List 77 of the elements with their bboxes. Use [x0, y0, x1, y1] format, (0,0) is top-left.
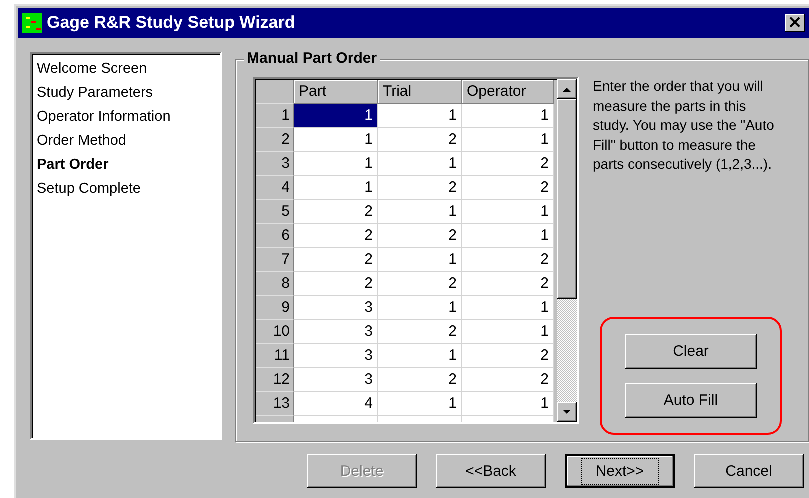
table-cell[interactable]: 1 — [378, 104, 462, 128]
row-header: 11 — [256, 344, 294, 368]
table-cell[interactable]: 2 — [462, 344, 554, 368]
fill-button[interactable]: Auto Fill — [625, 383, 757, 418]
table-cell[interactable]: 2 — [462, 368, 554, 392]
column-header[interactable]: Operator — [462, 80, 554, 104]
table-cell[interactable]: 2 — [378, 128, 462, 152]
row-header: 1 — [256, 104, 294, 128]
column-header[interactable]: Trial — [378, 80, 462, 104]
table-cell[interactable]: 1 — [378, 200, 462, 224]
row-header: 13 — [256, 392, 294, 416]
table-cell[interactable]: 1 — [462, 320, 554, 344]
table-cell[interactable]: 2 — [378, 320, 462, 344]
table-cell[interactable]: 1 — [294, 152, 378, 176]
table-cell[interactable]: 1 — [462, 200, 554, 224]
step-item[interactable]: Setup Complete — [37, 177, 215, 201]
corner-cell — [256, 80, 294, 104]
row-header: 2 — [256, 128, 294, 152]
table-cell[interactable]: 3 — [294, 368, 378, 392]
window-title: Gage R&R Study Setup Wizard — [47, 13, 296, 33]
table-cell[interactable]: 3 — [294, 344, 378, 368]
row-header: 12 — [256, 368, 294, 392]
table-cell[interactable]: 1 — [462, 104, 554, 128]
table-cell[interactable]: 1 — [462, 224, 554, 248]
table-cell[interactable]: 2 — [462, 248, 554, 272]
step-item[interactable]: Part Order — [37, 153, 215, 177]
row-header: 9 — [256, 296, 294, 320]
down-arrow-icon — [563, 410, 571, 414]
table-cell[interactable]: 2 — [294, 248, 378, 272]
row-header: 8 — [256, 272, 294, 296]
table-cell[interactable]: 3 — [294, 320, 378, 344]
table-cell[interactable]: 1 — [462, 128, 554, 152]
column-header[interactable]: Part — [294, 80, 378, 104]
table-cell[interactable]: 1 — [294, 128, 378, 152]
wizard-button[interactable]: Next>> — [565, 454, 675, 488]
table-cell[interactable]: 4 — [294, 392, 378, 416]
scroll-thumb[interactable] — [557, 99, 577, 299]
table-cell[interactable]: 2 — [462, 272, 554, 296]
table-cell[interactable]: 1 — [294, 176, 378, 200]
row-header: 5 — [256, 200, 294, 224]
up-arrow-icon — [563, 86, 571, 92]
instructions-text: Enter the order that you will measure the parts in this study. You may use the "Auto Fill" button to measure the parts consecutively (1,2,3...). — [593, 77, 776, 174]
row-header: 7 — [256, 248, 294, 272]
scroll-down-button[interactable] — [557, 402, 577, 422]
table-cell[interactable]: 2 — [294, 224, 378, 248]
table-cell[interactable]: 1 — [378, 344, 462, 368]
table-cell[interactable]: 2 — [378, 224, 462, 248]
table-cell[interactable]: 1 — [378, 296, 462, 320]
step-item[interactable]: Order Method — [37, 129, 215, 153]
table-cell[interactable]: 2 — [378, 368, 462, 392]
step-item[interactable]: Study Parameters — [37, 81, 215, 105]
table-cell[interactable]: 1 — [294, 104, 378, 128]
row-header: 4 — [256, 176, 294, 200]
fill-button[interactable]: Clear — [625, 334, 757, 369]
row-header: 3 — [256, 152, 294, 176]
table-cell[interactable]: 1 — [378, 248, 462, 272]
wizard-button[interactable]: Cancel — [694, 454, 804, 488]
table-cell[interactable]: 1 — [378, 152, 462, 176]
close-button[interactable]: × — [785, 14, 805, 32]
scrollbar[interactable] — [557, 79, 577, 422]
table-cell[interactable]: 1 — [462, 296, 554, 320]
row-header: 10 — [256, 320, 294, 344]
table-cell[interactable]: 2 — [294, 200, 378, 224]
wizard-button[interactable]: <<Back — [436, 454, 546, 488]
table-cell[interactable]: 2 — [462, 176, 554, 200]
table-cell[interactable]: 1 — [378, 392, 462, 416]
row-header: 6 — [256, 224, 294, 248]
table-cell[interactable]: 1 — [462, 392, 554, 416]
table-cell[interactable]: 2 — [462, 152, 554, 176]
table-cell[interactable]: 2 — [294, 272, 378, 296]
app-icon — [22, 13, 42, 33]
table-cell[interactable]: 2 — [378, 176, 462, 200]
step-item[interactable]: Welcome Screen — [37, 57, 215, 81]
table-cell[interactable]: 2 — [378, 272, 462, 296]
table-cell[interactable]: 3 — [294, 296, 378, 320]
step-item[interactable]: Operator Information — [37, 105, 215, 129]
scroll-up-button[interactable] — [557, 79, 577, 99]
